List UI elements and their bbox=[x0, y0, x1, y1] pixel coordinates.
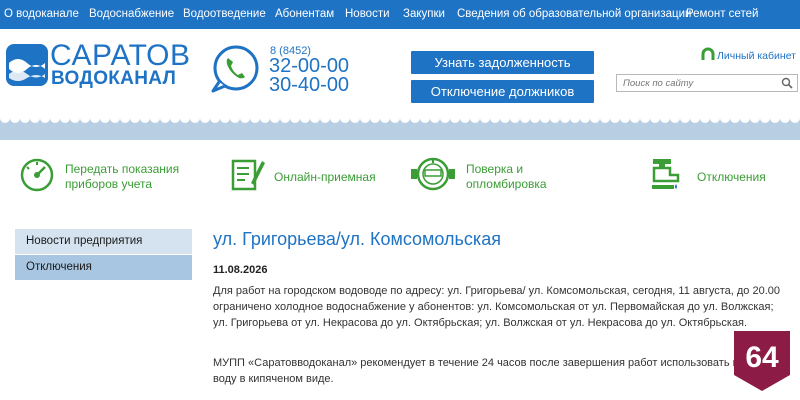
feature-verification-sealing[interactable]: Поверка и опломбировка bbox=[410, 155, 560, 199]
document-pen-icon bbox=[231, 159, 265, 191]
feature-online-reception[interactable]: Онлайн-приемная bbox=[229, 155, 379, 199]
decorative-wave-band bbox=[0, 118, 800, 140]
nav-purchases[interactable]: Закупки bbox=[403, 8, 445, 20]
feature-label-line-1: Онлайн-приемная bbox=[274, 170, 376, 184]
feature-outages[interactable]: Отключения bbox=[650, 155, 770, 199]
article-title: ул. Григорьева/ул. Комсомольская bbox=[213, 229, 501, 249]
personal-cabinet-link[interactable]: Личный кабинет bbox=[700, 46, 800, 62]
nav-sewerage[interactable]: Водоотведение bbox=[183, 8, 266, 20]
article-paragraph-1: Для работ на городском водоводе по адрес… bbox=[213, 285, 780, 329]
search-input[interactable] bbox=[617, 75, 777, 91]
phone-icon bbox=[207, 44, 263, 94]
sidebar-item-company-news[interactable]: Новости предприятия bbox=[15, 229, 192, 254]
feature-label-line-2: приборов учета bbox=[65, 177, 153, 191]
nav-water-supply[interactable]: Водоснабжение bbox=[89, 8, 174, 20]
feature-label-line-1: Поверка и bbox=[466, 162, 524, 176]
region-64-badge[interactable]: 64 bbox=[732, 329, 792, 393]
gauge-icon bbox=[20, 158, 54, 192]
logo-line-2: ВОДОКАНАЛ bbox=[51, 68, 177, 89]
feature-submit-readings[interactable]: Передать показания приборов учета bbox=[18, 155, 180, 199]
feature-label-line-1: Передать показания bbox=[65, 162, 180, 176]
logo-wave-icon bbox=[6, 44, 48, 86]
article-date: 11.08.2026 bbox=[213, 264, 268, 276]
personal-cabinet-label: Личный кабинет bbox=[717, 50, 796, 62]
user-icon bbox=[701, 47, 715, 60]
logo-line-1: САРАТОВ bbox=[50, 39, 191, 72]
top-navigation: О водоканале Водоснабжение Водоотведение… bbox=[0, 0, 800, 29]
nav-about[interactable]: О водоканале bbox=[4, 8, 79, 20]
article-paragraph-2: МУПП «Саратовводоканал» рекомендует в те… bbox=[213, 357, 781, 385]
nav-subscribers[interactable]: Абонентам bbox=[275, 8, 334, 20]
faucet-icon bbox=[652, 159, 680, 189]
search-icon[interactable] bbox=[781, 77, 793, 89]
site-logo[interactable]: САРАТОВ ВОДОКАНАЛ bbox=[5, 39, 191, 89]
sidebar-item-outages[interactable]: Отключения bbox=[15, 255, 192, 280]
phone-number-2[interactable]: 30-40-00 bbox=[269, 75, 349, 95]
phone-number-1[interactable]: 32-00-00 bbox=[269, 56, 349, 76]
debtor-disconnect-button[interactable]: Отключение должников bbox=[411, 80, 594, 103]
feature-label-line-2: опломбировка bbox=[466, 177, 547, 191]
search-box bbox=[616, 74, 798, 92]
check-debt-button[interactable]: Узнать задолженность bbox=[411, 51, 594, 74]
nav-news[interactable]: Новости bbox=[345, 8, 390, 20]
badge-number: 64 bbox=[745, 341, 779, 374]
nav-network-repair[interactable]: Ремонт сетей bbox=[686, 8, 758, 20]
feature-label-line-1: Отключения bbox=[697, 170, 766, 184]
water-meter-icon bbox=[411, 157, 455, 191]
nav-education-info[interactable]: Сведения об образовательной организации bbox=[457, 8, 691, 20]
